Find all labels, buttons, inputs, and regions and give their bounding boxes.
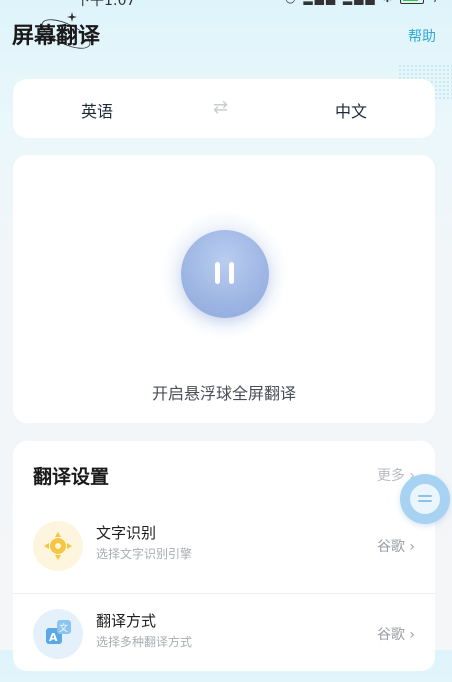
svg-text:文: 文 <box>59 622 68 634</box>
target-icon <box>33 521 83 571</box>
setting-subtitle: 选择多种翻译方式 <box>96 635 193 649</box>
pause-icon-bar <box>229 262 234 284</box>
battery-icon <box>400 0 425 4</box>
pause-icon <box>215 262 220 284</box>
page-title: 屏幕翻译 <box>12 24 101 49</box>
svg-text:A: A <box>49 631 58 644</box>
setting-title: 翻译方式 <box>96 612 157 630</box>
language-selector: 英语 ⇄ 中文 <box>13 79 435 138</box>
float-ball-label: 开启悬浮球全屏翻译 <box>151 384 296 403</box>
setting-row-ocr[interactable]: 文字识别 选择文字识别引擎 谷歌 › <box>13 510 435 594</box>
chat-icon <box>410 484 440 514</box>
status-bar: 下午1:07 ◷ ▂▄▆ ▂▄▆ ✻ ϟ <box>0 0 452 10</box>
source-language-button[interactable]: 英语 <box>81 98 113 122</box>
translation-settings-card: 翻译设置 更多 › 文字识别 选择文字识别引擎 谷歌 › A 文 翻译方式 选择… <box>13 441 435 671</box>
settings-title: 翻译设置 <box>33 466 110 488</box>
start-float-button[interactable] <box>181 230 269 318</box>
setting-title: 文字识别 <box>96 524 157 542</box>
setting-subtitle: 选择文字识别引擎 <box>96 547 193 561</box>
setting-value: 谷歌 › <box>376 539 415 555</box>
float-ball-card: 开启悬浮球全屏翻译 <box>13 155 435 423</box>
header: 屏幕翻译 帮助 <box>0 12 452 54</box>
translate-icon: A 文 <box>33 609 83 659</box>
status-icons: ◷ ▂▄▆ ▂▄▆ ✻ ϟ <box>285 0 440 5</box>
target-language-button[interactable]: 中文 <box>335 98 367 122</box>
floating-chat-bubble[interactable] <box>400 474 450 524</box>
swap-language-icon[interactable]: ⇄ <box>213 97 228 118</box>
divider <box>13 593 435 594</box>
status-time: 下午1:07 <box>76 0 136 9</box>
help-link[interactable]: 帮助 <box>408 26 436 46</box>
setting-value: 谷歌 › <box>376 627 415 643</box>
setting-row-translate-mode[interactable]: A 文 翻译方式 选择多种翻译方式 谷歌 › <box>13 598 435 682</box>
